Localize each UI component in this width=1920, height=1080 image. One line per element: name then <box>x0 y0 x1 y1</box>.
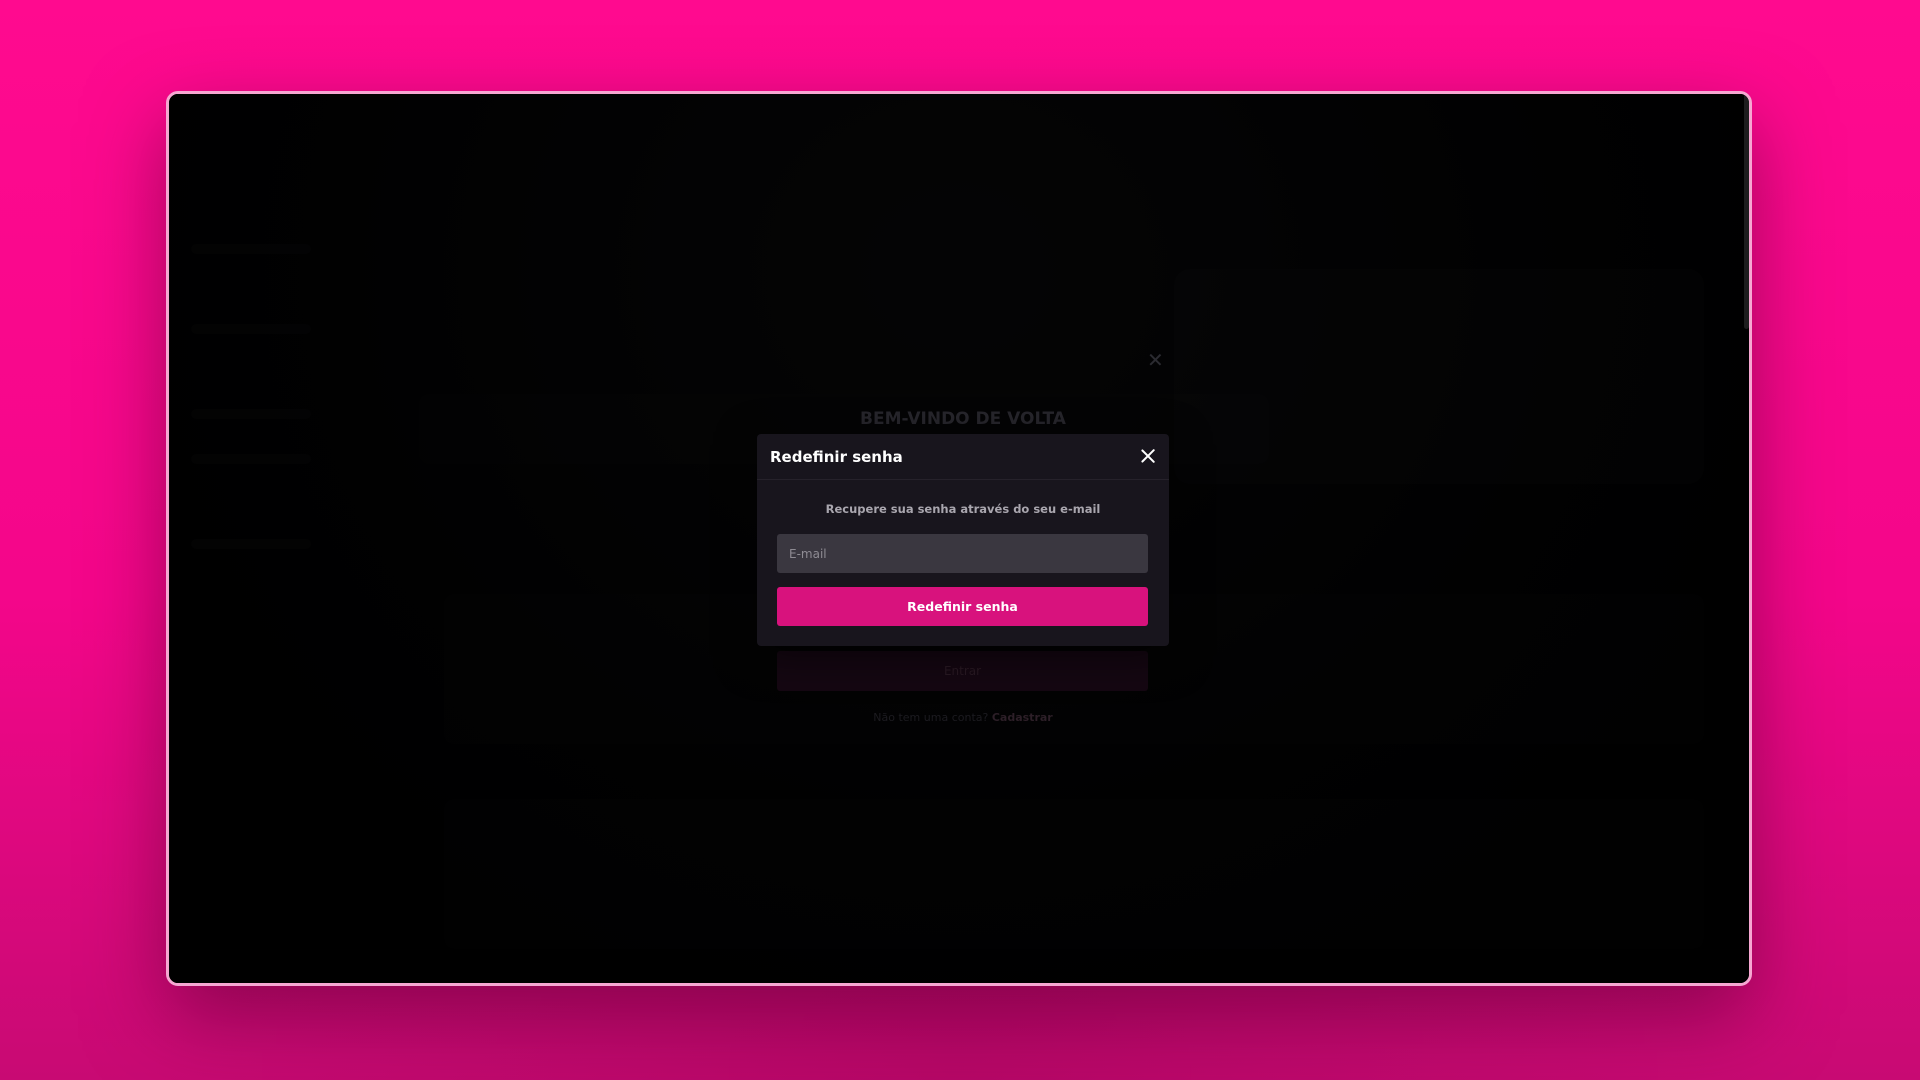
close-icon[interactable] <box>1139 447 1157 465</box>
login-title: BEM-VINDO DE VOLTA <box>860 409 1066 429</box>
close-icon[interactable]: ✕ <box>1147 350 1164 370</box>
login-submit-button[interactable]: Entrar <box>777 651 1148 691</box>
signup-prompt-text: Não tem uma conta? <box>873 711 989 724</box>
signup-prompt: Não tem uma conta? Cadastrar <box>757 711 1169 724</box>
modal-header: Redefinir senha <box>757 434 1169 480</box>
modal-subtitle: Recupere sua senha através do seu e-mail <box>825 502 1101 516</box>
reset-password-modal: Redefinir senha Recupere sua senha atrav… <box>757 434 1169 646</box>
reset-password-button[interactable]: Redefinir senha <box>777 587 1148 626</box>
signup-link[interactable]: Cadastrar <box>992 711 1053 724</box>
modal-title: Redefinir senha <box>770 448 903 466</box>
browser-window: ✕ BEM-VINDO DE VOLTA Entrar Não tem uma … <box>166 91 1752 986</box>
email-input[interactable] <box>777 534 1148 573</box>
